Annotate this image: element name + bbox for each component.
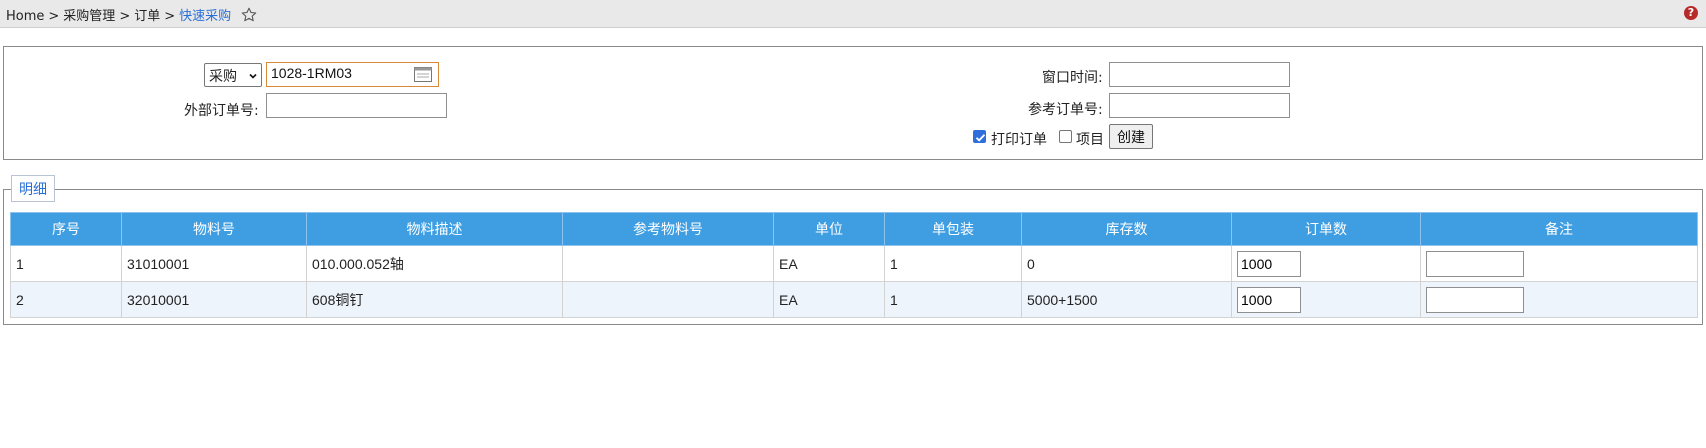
cell-pack: 1 [884,245,1022,282]
table-row: 2 32010001 608铜钉 EA 1 5000+1500 [10,281,1698,318]
cell-ref-material [562,245,774,282]
star-icon[interactable] [241,7,257,23]
project-checkbox[interactable] [1059,130,1072,143]
column-header-material-no[interactable]: 物料号 [121,212,307,246]
cell-stock: 0 [1021,245,1232,282]
order-code-value: 1028-1RM03 [271,65,352,81]
remark-input[interactable] [1426,286,1524,313]
detail-tab[interactable]: 明细 [11,175,55,202]
external-order-label: 外部订单号: [184,103,259,119]
cell-remark [1420,245,1698,282]
external-order-input[interactable] [266,93,447,118]
project-label: 项目 [1076,132,1104,148]
cell-description: 010.000.052轴 [306,245,563,282]
cell-unit: EA [773,245,885,282]
order-qty-input[interactable] [1237,250,1301,277]
order-qty-input[interactable] [1237,286,1301,313]
type-select[interactable]: 采购 [204,63,262,87]
ref-order-label: 参考订单号: [1028,102,1103,118]
cell-description: 608铜钉 [306,281,563,318]
column-header-remark[interactable]: 备注 [1420,212,1698,246]
cell-stock: 5000+1500 [1021,281,1232,318]
cell-seq: 2 [10,281,122,318]
help-icon[interactable]: ? [1684,6,1698,20]
breadcrumb-quick-purchase[interactable]: 快速采购 [179,9,231,24]
cell-order-qty [1231,245,1421,282]
breadcrumb: Home > 采购管理 > 订单 > 快速采购 [6,5,257,24]
window-time-input[interactable] [1109,62,1290,87]
cell-seq: 1 [10,245,122,282]
breadcrumb-separator: > [48,9,60,24]
create-button[interactable]: 创建 [1109,124,1153,149]
cell-remark [1420,281,1698,318]
column-header-seq[interactable]: 序号 [10,212,122,246]
table-row: 1 31010001 010.000.052轴 EA 1 0 [10,245,1698,282]
ref-order-input[interactable] [1109,93,1290,118]
cell-material-no: 32010001 [121,281,307,318]
cell-unit: EA [773,281,885,318]
remark-input[interactable] [1426,250,1524,277]
chevron-down-icon [249,68,257,79]
column-header-order-qty[interactable]: 订单数 [1231,212,1421,246]
window-time-label: 窗口时间: [1042,70,1103,86]
table-header-row: 序号 物料号 物料描述 参考物料号 单位 单包装 库存数 订单数 备注 [10,212,1698,246]
column-header-description[interactable]: 物料描述 [306,212,563,246]
breadcrumb-separator: > [164,9,176,24]
cell-material-no: 31010001 [121,245,307,282]
print-order-checkbox[interactable] [973,130,986,143]
column-header-stock[interactable]: 库存数 [1021,212,1232,246]
calendar-icon[interactable] [414,67,432,82]
breadcrumb-purchase-management[interactable]: 采购管理 [63,9,115,24]
cell-ref-material [562,281,774,318]
detail-table: 序号 物料号 物料描述 参考物料号 单位 单包装 库存数 订单数 备注 1 31… [10,212,1698,318]
order-code-input[interactable]: 1028-1RM03 [266,62,439,87]
column-header-ref-material[interactable]: 参考物料号 [562,212,774,246]
column-header-unit[interactable]: 单位 [773,212,885,246]
cell-order-qty [1231,281,1421,318]
checkmark-icon [975,134,986,142]
type-select-value: 采购 [209,69,237,85]
top-bar: Home > 采购管理 > 订单 > 快速采购 ? [0,0,1706,28]
breadcrumb-home[interactable]: Home [6,9,44,24]
breadcrumb-separator: > [119,9,131,24]
cell-pack: 1 [884,281,1022,318]
breadcrumb-order[interactable]: 订单 [134,9,160,24]
print-order-label: 打印订单 [991,132,1047,148]
column-header-pack[interactable]: 单包装 [884,212,1022,246]
